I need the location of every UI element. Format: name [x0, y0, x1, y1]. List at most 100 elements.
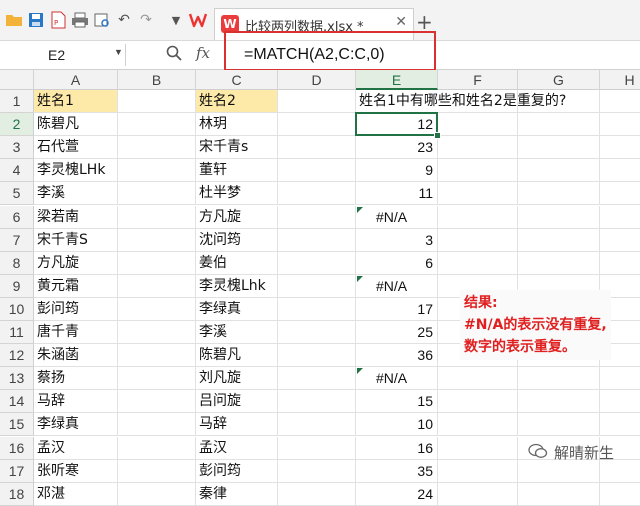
match-result-cell[interactable]: 10 — [356, 413, 438, 437]
cell[interactable] — [600, 90, 640, 114]
match-result-cell[interactable]: 11 — [356, 182, 438, 206]
new-tab-icon[interactable]: + — [416, 12, 433, 32]
name2-cell[interactable]: 董轩 — [196, 159, 278, 183]
zoom-icon[interactable] — [166, 45, 182, 65]
cell[interactable] — [600, 390, 640, 414]
cell[interactable] — [518, 459, 600, 483]
row-header[interactable]: 16 — [0, 436, 34, 460]
cell[interactable] — [518, 113, 600, 137]
header-cell-name1[interactable]: 姓名1 — [34, 90, 118, 114]
row-header[interactable]: 13 — [0, 367, 34, 391]
name1-cell[interactable]: 方凡旋 — [34, 251, 118, 275]
cell[interactable] — [518, 205, 600, 229]
row-header[interactable]: 7 — [0, 228, 34, 252]
name1-cell[interactable]: 唐千青 — [34, 321, 118, 345]
cell[interactable] — [118, 205, 196, 229]
name1-cell[interactable]: 陈碧凡 — [34, 113, 118, 137]
row-header[interactable]: 10 — [0, 297, 34, 321]
cell[interactable] — [118, 251, 196, 275]
cell[interactable] — [438, 459, 518, 483]
cell[interactable] — [118, 367, 196, 391]
cell[interactable] — [278, 297, 356, 321]
cell[interactable] — [600, 229, 640, 252]
cell[interactable] — [518, 159, 600, 183]
cell[interactable] — [600, 159, 640, 183]
function-icon[interactable]: fx — [196, 44, 210, 62]
cell[interactable] — [438, 182, 518, 206]
cell[interactable] — [118, 344, 196, 368]
cell[interactable] — [600, 483, 640, 506]
row-header[interactable]: 2 — [0, 113, 34, 137]
cell[interactable] — [518, 136, 600, 160]
column-header-a[interactable]: A — [34, 70, 118, 90]
cell[interactable] — [438, 159, 518, 183]
cell[interactable] — [600, 136, 640, 160]
close-tab-icon[interactable]: ✕ — [395, 14, 407, 30]
cell[interactable] — [518, 182, 600, 206]
row-header[interactable]: 11 — [0, 321, 34, 345]
cell[interactable] — [118, 321, 196, 345]
name2-cell[interactable]: 彭问筠 — [196, 459, 278, 483]
cell[interactable] — [438, 413, 518, 437]
name2-cell[interactable]: 方凡旋 — [196, 205, 278, 229]
row-header[interactable]: 1 — [0, 90, 34, 114]
cell[interactable] — [438, 482, 518, 506]
cell[interactable] — [518, 251, 600, 275]
name2-cell[interactable]: 林玥 — [196, 113, 278, 137]
cell[interactable] — [600, 367, 640, 391]
name2-cell[interactable]: 沈问筠 — [196, 228, 278, 252]
cell[interactable] — [438, 136, 518, 160]
name2-cell[interactable]: 秦律 — [196, 482, 278, 506]
name1-cell[interactable]: 蔡扬 — [34, 367, 118, 391]
name2-cell[interactable]: 马辞 — [196, 413, 278, 437]
name1-cell[interactable]: 马辞 — [34, 390, 118, 414]
match-error-cell[interactable]: #N/A — [356, 205, 438, 229]
row-header[interactable]: 3 — [0, 136, 34, 160]
save-icon[interactable] — [26, 10, 46, 30]
match-result-cell[interactable]: 35 — [356, 459, 438, 483]
cell[interactable] — [438, 436, 518, 460]
cell[interactable] — [438, 390, 518, 414]
match-result-cell[interactable]: 17 — [356, 297, 438, 321]
match-result-cell[interactable]: 15 — [356, 390, 438, 414]
cell[interactable] — [278, 159, 356, 183]
cell[interactable] — [278, 390, 356, 414]
cell[interactable] — [118, 136, 196, 160]
name2-cell[interactable]: 孟汉 — [196, 436, 278, 460]
name2-cell[interactable]: 杜半梦 — [196, 182, 278, 206]
match-result-cell[interactable]: 16 — [356, 436, 438, 460]
cell[interactable] — [600, 460, 640, 483]
cell[interactable] — [118, 413, 196, 437]
cell[interactable] — [278, 113, 356, 137]
cell[interactable] — [278, 482, 356, 506]
cell[interactable] — [118, 228, 196, 252]
cell[interactable] — [600, 413, 640, 437]
cell[interactable] — [278, 367, 356, 391]
fill-handle[interactable] — [434, 132, 441, 140]
cell[interactable] — [438, 228, 518, 252]
cell[interactable] — [118, 436, 196, 460]
cell[interactable] — [600, 206, 640, 229]
cell[interactable] — [118, 274, 196, 298]
cell[interactable] — [278, 459, 356, 483]
open-folder-icon[interactable] — [4, 10, 24, 30]
cell[interactable] — [278, 228, 356, 252]
column-header-d[interactable]: D — [278, 70, 356, 90]
match-result-cell[interactable]: 25 — [356, 321, 438, 345]
cell[interactable] — [278, 90, 356, 114]
column-header-e[interactable]: E — [356, 70, 438, 90]
name1-cell[interactable]: 彭问筠 — [34, 297, 118, 321]
row-header[interactable]: 6 — [0, 205, 34, 229]
name2-cell[interactable]: 李溪 — [196, 321, 278, 345]
cell[interactable] — [438, 205, 518, 229]
name1-cell[interactable]: 石代萱 — [34, 136, 118, 160]
name1-cell[interactable]: 张听寒 — [34, 459, 118, 483]
cell[interactable] — [518, 228, 600, 252]
cell[interactable] — [118, 182, 196, 206]
column-header-h[interactable]: H — [600, 70, 640, 90]
name1-cell[interactable]: 李溪 — [34, 182, 118, 206]
cell[interactable] — [600, 182, 640, 206]
column-header-c[interactable]: C — [196, 70, 278, 90]
name2-cell[interactable]: 李绿真 — [196, 297, 278, 321]
cell[interactable] — [278, 274, 356, 298]
